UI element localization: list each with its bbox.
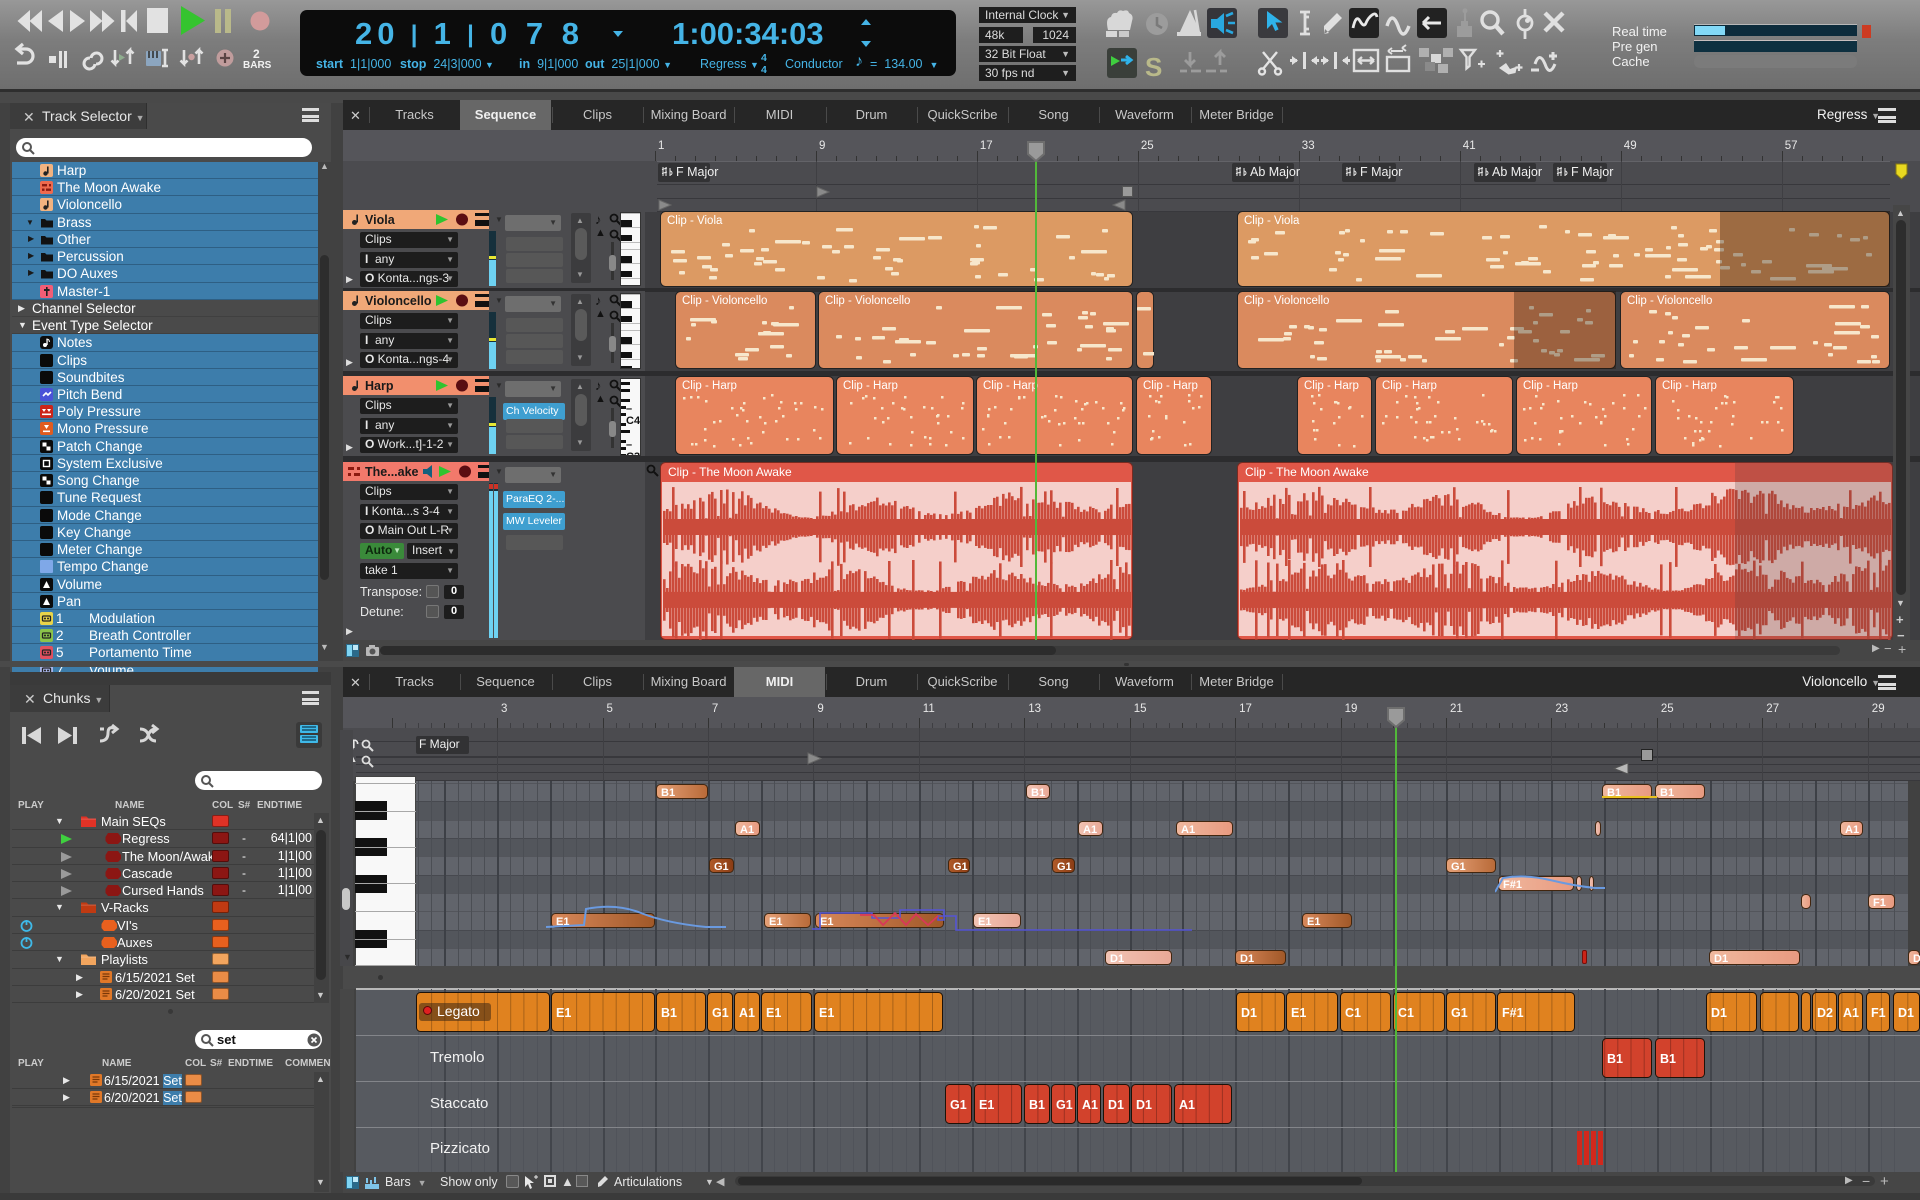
svg-text:G1: G1 (712, 1006, 729, 1020)
svg-text:A1: A1 (1181, 824, 1195, 836)
svg-text:A1: A1 (1843, 1006, 1859, 1020)
svg-text:D1: D1 (1714, 953, 1728, 965)
svg-text:Clip - The Moon Awake: Clip - The Moon Awake (668, 465, 792, 479)
svg-text:G1: G1 (950, 1098, 967, 1112)
svg-text:D1: D1 (1711, 1006, 1727, 1020)
svg-text:G1: G1 (953, 861, 968, 873)
svg-text:Clip - Viola: Clip - Viola (1244, 215, 1300, 227)
svg-text:G1: G1 (1451, 861, 1466, 873)
svg-text:A1: A1 (1082, 1098, 1098, 1112)
svg-text:D1: D1 (1110, 953, 1124, 965)
svg-text:D1: D1 (1240, 953, 1254, 965)
svg-text:B1: B1 (1660, 1052, 1676, 1066)
svg-text:B1: B1 (1031, 787, 1045, 799)
svg-text:A1: A1 (1179, 1098, 1195, 1112)
svg-text:G1: G1 (1056, 1098, 1073, 1112)
svg-text:Clip - Violoncello: Clip - Violoncello (1627, 295, 1712, 307)
svg-text:Clip - Harp: Clip - Harp (983, 380, 1038, 392)
svg-text:D1: D1 (1108, 1098, 1124, 1112)
svg-text:G1: G1 (714, 861, 729, 873)
svg-text:B1: B1 (1660, 787, 1674, 799)
svg-text:B1: B1 (1607, 1052, 1623, 1066)
svg-text:A1: A1 (1083, 824, 1097, 836)
svg-text:E1: E1 (1307, 916, 1320, 928)
svg-text:Clip - Violoncello: Clip - Violoncello (1244, 295, 1329, 307)
svg-text:G1: G1 (1451, 1006, 1468, 1020)
svg-text:Clip - Harp: Clip - Harp (682, 380, 737, 392)
svg-text:Clip - Harp: Clip - Harp (1523, 380, 1578, 392)
svg-text:C1: C1 (1345, 1006, 1361, 1020)
svg-text:D2: D2 (1817, 1006, 1833, 1020)
svg-text:Clip - Harp: Clip - Harp (1382, 380, 1437, 392)
svg-text:Clip - Violoncello: Clip - Violoncello (825, 295, 910, 307)
svg-text:Clip - Harp: Clip - Harp (1304, 380, 1359, 392)
svg-text:E1: E1 (556, 1006, 571, 1020)
svg-text:A1: A1 (739, 1006, 755, 1020)
svg-text:E1: E1 (979, 1098, 994, 1112)
svg-text:F#1: F#1 (1502, 1006, 1524, 1020)
svg-text:Clip - The Moon Awake: Clip - The Moon Awake (1245, 465, 1369, 479)
svg-text:D1: D1 (1241, 1006, 1257, 1020)
svg-text:Clip - Harp: Clip - Harp (1662, 380, 1717, 392)
svg-text:E1: E1 (1291, 1006, 1306, 1020)
svg-text:D1: D1 (1898, 1006, 1914, 1020)
svg-text:C1: C1 (1398, 1006, 1414, 1020)
svg-text:F1: F1 (1871, 1006, 1886, 1020)
svg-text:G1: G1 (1057, 861, 1072, 873)
svg-text:B1: B1 (661, 1006, 677, 1020)
svg-text:Clip - Harp: Clip - Harp (1143, 380, 1198, 392)
svg-text:D1: D1 (1136, 1098, 1152, 1112)
svg-text:B1: B1 (661, 787, 675, 799)
svg-text:Clip - Violoncello: Clip - Violoncello (682, 295, 767, 307)
svg-text:A1: A1 (1845, 824, 1859, 836)
svg-text:B1: B1 (1029, 1098, 1045, 1112)
svg-text:Clip - Harp: Clip - Harp (843, 380, 898, 392)
svg-text:E1: E1 (819, 1006, 834, 1020)
svg-text:E1: E1 (766, 1006, 781, 1020)
svg-text:S: S (1145, 52, 1162, 82)
svg-text:Clip - Viola: Clip - Viola (667, 215, 723, 227)
svg-text:E1: E1 (769, 916, 782, 928)
svg-text:D1: D1 (1913, 953, 1920, 965)
svg-text:F1: F1 (1873, 897, 1886, 909)
svg-text:A1: A1 (740, 824, 754, 836)
